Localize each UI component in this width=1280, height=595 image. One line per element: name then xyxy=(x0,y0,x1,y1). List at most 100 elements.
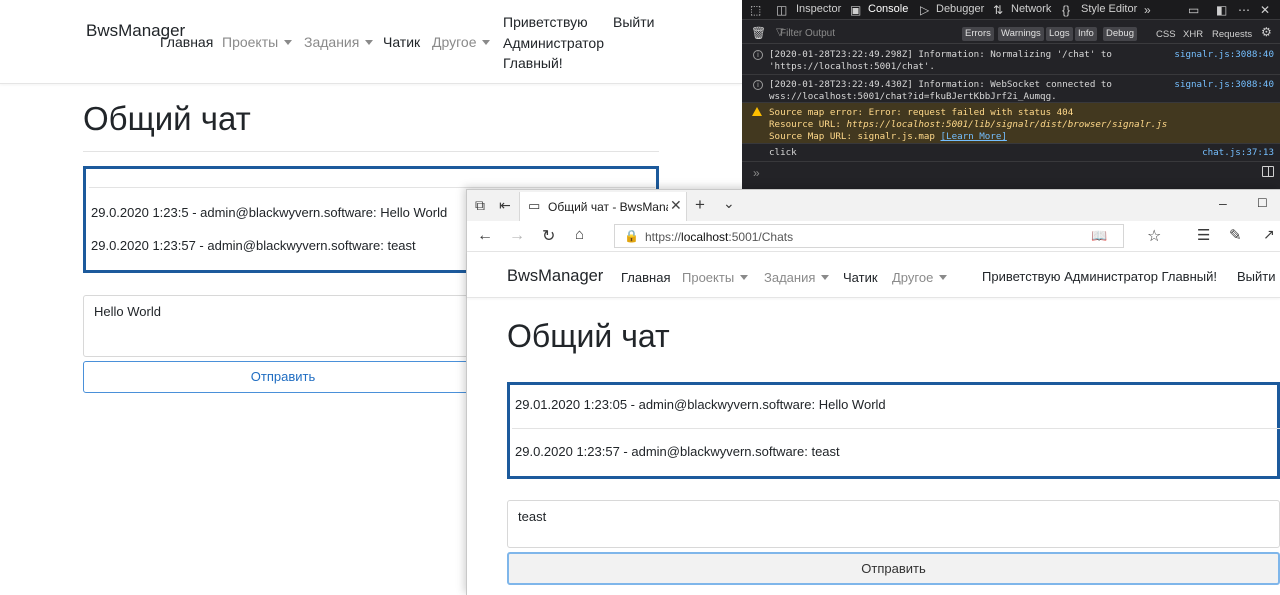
filter-css[interactable]: CSS xyxy=(1156,29,1176,40)
tab-console[interactable]: Console xyxy=(868,3,908,15)
fg-chat-message: 29.0.2020 1:23:57 - admin@blackwyvern.so… xyxy=(515,444,840,459)
url-host: localhost xyxy=(681,230,729,244)
close-icon[interactable]: ✕ xyxy=(670,197,682,214)
foreground-browser-window: ⧉ ⇤ ▭ Общий чат - BwsManag ✕ + ⌄ – ☐ ← →… xyxy=(466,189,1280,595)
console-input-prompt[interactable]: » xyxy=(753,166,760,180)
favorite-star-icon[interactable]: ☆ xyxy=(1147,226,1161,246)
more-options-icon[interactable]: ⋯ xyxy=(1238,3,1250,17)
fg-nav-tasks[interactable]: Задания xyxy=(764,270,830,285)
page-icon: ▭ xyxy=(528,198,541,213)
console-log-text: click xyxy=(769,147,797,158)
close-icon[interactable]: ✕ xyxy=(1260,3,1270,17)
fg-message-input[interactable]: teast xyxy=(507,500,1280,548)
new-tab-icon[interactable]: + xyxy=(695,195,705,215)
pick-element-icon[interactable]: ⬚ xyxy=(750,3,761,17)
share-icon[interactable]: ↗ xyxy=(1263,226,1275,243)
filter-logs[interactable]: Logs xyxy=(1046,27,1073,41)
bg-nav-tasks-label: Задания xyxy=(304,34,360,50)
log-line: wss://localhost:5001/chat?id=fkuBJertKbb… xyxy=(769,91,1057,102)
network-icon: ⇅ xyxy=(993,3,1004,17)
console-log-source[interactable]: chat.js:37:13 xyxy=(1202,147,1274,159)
responsive-icon[interactable]: ▭ xyxy=(1188,3,1199,17)
bg-send-button[interactable]: Отправить xyxy=(83,361,483,393)
url-prefix: https:// xyxy=(645,230,682,244)
tab-inspector[interactable]: Inspector xyxy=(796,3,841,15)
pen-icon[interactable]: ✎ xyxy=(1229,226,1242,244)
bg-logout-link[interactable]: Выйти xyxy=(613,14,654,30)
fg-brand[interactable]: BwsManager xyxy=(507,267,603,286)
fg-logout-link[interactable]: Выйти xyxy=(1237,269,1276,284)
console-warning-row: Source map error: Error: request failed … xyxy=(742,103,1280,144)
fg-nav-chat[interactable]: Чатик xyxy=(843,270,878,285)
console-log-row: i [2020-01-28T23:22:49.298Z] Information… xyxy=(742,45,1280,75)
minimize-icon[interactable]: – xyxy=(1219,195,1227,211)
bg-nav-projects[interactable]: Проекты xyxy=(222,34,293,50)
console-log-source[interactable]: signalr.js:3088:40 xyxy=(1174,49,1274,61)
maximize-icon[interactable]: ☐ xyxy=(1257,196,1268,210)
settings-gear-icon[interactable]: ⚙ xyxy=(1261,25,1272,39)
warning-icon xyxy=(752,107,762,116)
url-bar[interactable]: 🔒 https://localhost:5001/Chats 📖 xyxy=(614,224,1124,248)
bg-nav-other[interactable]: Другое xyxy=(432,34,491,50)
browser-tab[interactable]: ▭ Общий чат - BwsManag ✕ xyxy=(519,192,687,221)
url-path: :5001/Chats xyxy=(728,230,794,244)
tab-style-editor[interactable]: Style Editor xyxy=(1081,3,1137,15)
tab-debugger[interactable]: Debugger xyxy=(936,3,984,15)
fg-greeting: Приветствую Администратор Главный! xyxy=(982,269,1217,284)
bg-navbar: BwsManager Главная Проекты Задания Чатик… xyxy=(0,0,742,84)
fg-nav-other[interactable]: Другое xyxy=(892,270,948,285)
bg-nav-tasks[interactable]: Задания xyxy=(304,34,374,50)
filter-input[interactable]: Filter Output xyxy=(780,28,835,39)
sidebar-toggle-icon[interactable] xyxy=(1262,166,1274,177)
warning-resource-label: Resource URL: xyxy=(769,119,841,130)
bg-nav-other-label: Другое xyxy=(432,34,477,50)
filter-requests[interactable]: Requests xyxy=(1212,29,1252,40)
console-log-row: i [2020-01-28T23:22:49.430Z] Information… xyxy=(742,75,1280,103)
bg-nav-chat[interactable]: Чатик xyxy=(383,34,420,50)
info-icon: i xyxy=(753,80,763,90)
filter-debug[interactable]: Debug xyxy=(1103,27,1137,41)
home-icon[interactable]: ⌂ xyxy=(575,226,584,243)
chevron-down-icon xyxy=(284,40,293,45)
bg-brand[interactable]: BwsManager xyxy=(86,19,185,43)
dock-icon[interactable]: ◧ xyxy=(1216,3,1227,17)
filter-info[interactable]: Info xyxy=(1075,27,1097,41)
chevron-down-icon[interactable]: ⌄ xyxy=(723,195,735,212)
chevron-down-icon xyxy=(939,275,948,280)
url-text: https://localhost:5001/Chats xyxy=(645,230,793,244)
fg-send-button[interactable]: Отправить xyxy=(507,552,1280,585)
chevron-down-icon xyxy=(821,275,830,280)
more-tools-icon[interactable]: » xyxy=(1144,3,1151,17)
refresh-icon[interactable]: ↻ xyxy=(542,226,555,246)
console-filter-bar: 🗑 ▽ Filter Output Errors Warnings Logs I… xyxy=(742,24,1280,44)
bg-nav-home[interactable]: Главная xyxy=(160,34,213,50)
fg-nav-projects[interactable]: Проекты xyxy=(682,270,749,285)
trash-icon[interactable]: 🗑 xyxy=(751,26,766,40)
console-log-text: [2020-01-28T23:22:49.430Z] Information: … xyxy=(769,79,1189,103)
back-arrow-icon[interactable]: ← xyxy=(477,227,493,245)
fg-chat-separator xyxy=(512,428,1280,429)
address-bar-row: ← → ↻ ⌂ 🔒 https://localhost:5001/Chats 📖… xyxy=(467,221,1280,252)
filter-xhr[interactable]: XHR xyxy=(1183,29,1203,40)
tab-actions-icon[interactable]: ⧉ xyxy=(475,197,485,214)
filter-warnings[interactable]: Warnings xyxy=(998,27,1044,41)
reading-view-icon[interactable]: 📖 xyxy=(1091,228,1107,244)
bg-page-title: Общий чат xyxy=(83,100,251,137)
bg-message-input[interactable]: Hello World xyxy=(83,295,483,357)
fg-navbar: BwsManager Главная Проекты Задания Чатик… xyxy=(467,252,1280,298)
learn-more-link[interactable]: [Learn More] xyxy=(941,131,1007,142)
console-log-text: [2020-01-28T23:22:49.298Z] Information: … xyxy=(769,49,1189,73)
console-log-source[interactable]: signalr.js:3088:40 xyxy=(1174,79,1274,91)
fg-page-title: Общий чат xyxy=(507,318,670,354)
fg-nav-tasks-label: Задания xyxy=(764,270,816,285)
console-log-row: click chat.js:37:13 xyxy=(742,144,1280,162)
set-tabs-aside-icon[interactable]: ⇤ xyxy=(499,197,511,214)
chevron-down-icon xyxy=(482,40,491,45)
filter-errors[interactable]: Errors xyxy=(962,27,994,41)
favorites-hub-icon[interactable]: ☰ xyxy=(1197,226,1210,244)
fg-nav-home[interactable]: Главная xyxy=(621,270,670,285)
fg-chat-message: 29.01.2020 1:23:05 - admin@blackwyvern.s… xyxy=(515,397,886,412)
tab-network[interactable]: Network xyxy=(1011,3,1051,15)
forward-arrow-icon[interactable]: → xyxy=(509,227,525,245)
warning-sourcemap-label: Source Map URL: signalr.js.map xyxy=(769,131,935,142)
